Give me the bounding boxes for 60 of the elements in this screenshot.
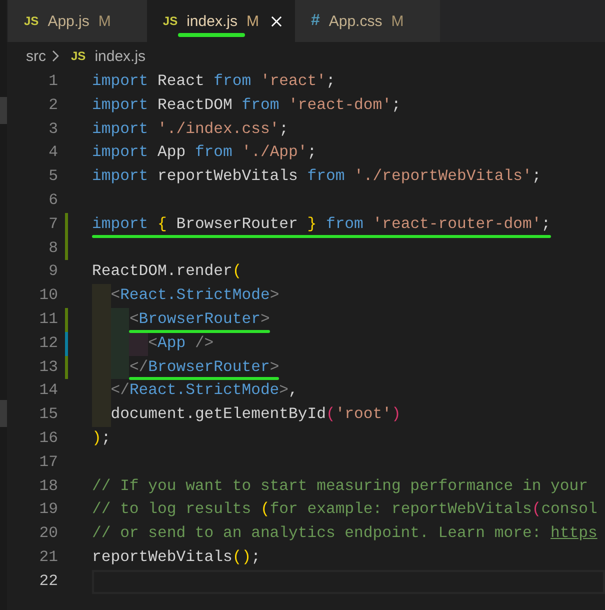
css-file-icon: #: [310, 14, 320, 28]
code-line: );: [92, 428, 111, 447]
line-number: 13: [38, 356, 58, 378]
indent-guide: [110, 356, 130, 380]
code-line: import './index.css';: [92, 120, 289, 138]
line-number: 9: [48, 261, 58, 282]
indent-guide: [129, 332, 148, 356]
code-line: </BrowserRouter>: [129, 358, 280, 376]
line-number: 21: [38, 546, 58, 568]
line-number: 2: [48, 94, 58, 116]
line-number: 14: [38, 380, 58, 402]
code-line: ReactDOM.render(: [92, 262, 242, 280]
code-line: <App />: [148, 334, 214, 352]
scrollbar-thumb[interactable]: [0, 400, 7, 427]
code-line: import React from 'react';: [92, 72, 336, 90]
chevron-icon: [52, 50, 59, 62]
js-file-icon: JS: [71, 49, 86, 63]
line-number: 20: [38, 523, 58, 544]
code-line: <BrowserRouter>: [129, 310, 270, 328]
code-line: <React.StrictMode>: [110, 286, 280, 304]
js-file-icon: JS: [162, 14, 178, 28]
line-number: 15: [38, 404, 58, 426]
breadcrumb-item[interactable]: src: [26, 48, 46, 64]
code-line: reportWebVitals();: [92, 548, 260, 566]
line-number: 4: [48, 142, 58, 164]
js-file-icon: JS: [24, 14, 39, 28]
code-line: import ReactDOM from 'react-dom';: [92, 96, 401, 114]
line-number: 6: [48, 190, 58, 211]
indent-guide: [110, 308, 130, 332]
line-number: 12: [38, 332, 58, 354]
line-number: 17: [38, 452, 58, 473]
code-line: document.getElementById('root'): [110, 405, 401, 424]
line-number: 5: [48, 166, 58, 188]
scrollbar-thumb[interactable]: [0, 97, 7, 124]
line-number: 8: [48, 238, 58, 259]
modified-status: M: [246, 12, 259, 30]
url-link[interactable]: https: [550, 524, 598, 542]
code-line: import App from './App';: [92, 143, 317, 162]
line-number: 10: [38, 285, 58, 306]
code-line: import { BrowserRouter } from 'react-router-dom';: [92, 214, 551, 233]
editor-tab[interactable]: # App.css M: [294, 0, 440, 42]
editor-tab[interactable]: JS App.js M: [8, 0, 147, 42]
modified-status: M: [98, 12, 111, 30]
code-line: import reportWebVitals from './reportWebVitals';: [92, 167, 542, 186]
line-number: 3: [48, 118, 58, 140]
line-number: 11: [38, 308, 58, 330]
code-line: // If you want to start measuring performance in your: [92, 476, 588, 495]
modified-status: M: [391, 12, 404, 30]
line-number: 7: [48, 214, 58, 235]
line-number: 18: [38, 476, 58, 497]
code-line: // to log results (for example: reportWebVitals(consol: [92, 500, 598, 518]
line-number: 1: [48, 71, 58, 92]
line-number: 19: [38, 499, 58, 520]
line-number: 16: [38, 428, 58, 449]
editor-tab[interactable]: JS index.js M: [146, 0, 295, 42]
close-icon[interactable]: [270, 16, 282, 26]
code-line: </React.StrictMode>,: [110, 381, 298, 400]
line-number: 22: [38, 570, 58, 592]
breadcrumb-item[interactable]: JS index.js: [71, 48, 146, 64]
code-line: // or send to an analytics endpoint. Learn more: https: [92, 524, 598, 542]
